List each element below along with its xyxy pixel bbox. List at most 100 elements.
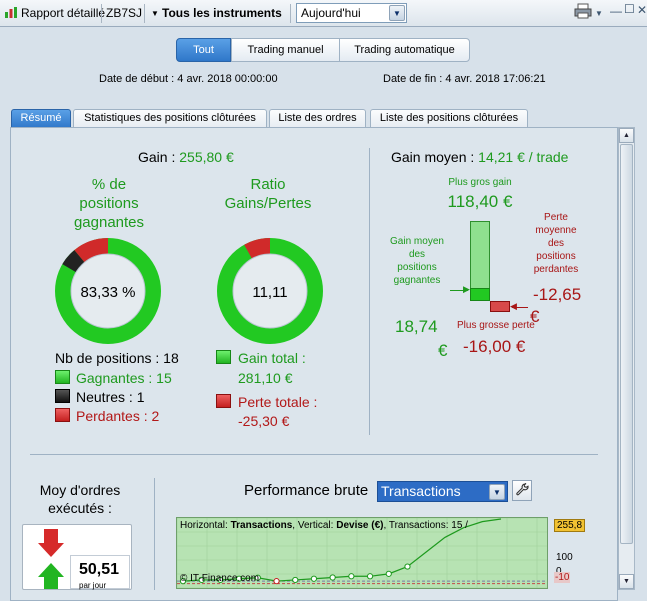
- restore-icon[interactable]: ☐: [624, 2, 635, 16]
- avg-gain-label-line: Gain moyen: [390, 236, 444, 247]
- account-label[interactable]: ZB7SJ: [106, 4, 142, 23]
- filter-all-button[interactable]: Tout: [176, 38, 231, 62]
- average-gain-currency: €: [438, 341, 448, 360]
- orders-arrows-icon: [38, 529, 64, 589]
- best-gain-value: 118,40 €: [447, 192, 513, 211]
- toolbar-separator: [101, 4, 102, 23]
- tab-closed-stats[interactable]: Statistiques des positions clôturées: [73, 109, 267, 128]
- arrow-right-icon: ▶: [463, 284, 470, 294]
- legend-h-label: Horizontal:: [180, 520, 228, 531]
- scrollbar-thumb[interactable]: [620, 144, 633, 544]
- start-date: Date de début : 4 avr. 2018 00:00:00: [99, 73, 278, 85]
- chevron-down-icon[interactable]: ▼: [489, 484, 505, 500]
- losers-count: Perdantes : 2: [76, 408, 160, 424]
- orders-title-1: Moy d'ordres: [39, 482, 121, 498]
- total-gain-label: Gain total :: [238, 350, 306, 366]
- orders-title-2: exécutés :: [48, 500, 112, 516]
- period-select[interactable]: Aujourd'hui ▼: [296, 3, 407, 23]
- toolbar-separator: [290, 4, 291, 23]
- avg-loss-label-line: des: [547, 238, 565, 249]
- total-loss-label: Perte totale :: [238, 394, 318, 410]
- winners-swatch: [55, 370, 70, 384]
- chart-point: [329, 574, 336, 581]
- chart-legend: Horizontal: Transactions, Vertical: Devi…: [180, 520, 468, 531]
- chart-top-value: 255,8: [554, 519, 586, 532]
- performance-chart: Horizontal: Transactions, Vertical: Devi…: [176, 517, 548, 589]
- tab-orders[interactable]: Liste des ordres: [269, 109, 366, 128]
- performance-type-value: Transactions: [381, 483, 461, 499]
- filter-manual-button[interactable]: Trading manuel: [231, 38, 340, 62]
- average-loss-amount: -12,65: [533, 285, 582, 304]
- average-loss-bar: [490, 301, 510, 312]
- minimize-icon[interactable]: —: [610, 4, 622, 18]
- gain-label: Gain :: [138, 149, 176, 165]
- legend-v-label: , Vertical:: [292, 520, 334, 531]
- win-pct-title-2: positions: [79, 195, 139, 212]
- performance-type-select[interactable]: Transactions ▼: [377, 481, 508, 502]
- average-gain-label: Gain moyen :: [391, 149, 475, 165]
- legend-h-value: Transactions: [230, 520, 293, 531]
- arrow-left-icon: ◀: [510, 301, 517, 311]
- chart-point: [385, 570, 392, 577]
- chart-tick-100: 100: [556, 552, 573, 563]
- performance-settings-button[interactable]: [512, 480, 532, 501]
- win-pct-value: 83,33 %: [80, 284, 136, 301]
- best-gain-label: Plus gros gain: [448, 177, 512, 188]
- toolbar-separator: [144, 4, 145, 23]
- chart-point: [348, 573, 355, 580]
- legend-t-label: , Transactions: 15 /: [383, 520, 468, 531]
- scroll-up-icon[interactable]: ▲: [619, 128, 634, 143]
- avg-gain-label-line: positions: [397, 262, 437, 273]
- chart-watermark: © IT-Finance.com: [180, 573, 260, 584]
- neutrals-swatch: [55, 389, 70, 403]
- winners-count: Gagnantes : 15: [76, 370, 172, 386]
- average-gain-title: Gain moyen : 14,21 € / trade: [391, 149, 568, 165]
- report-label[interactable]: Rapport détaillé: [21, 4, 105, 23]
- instruments-selector[interactable]: Tous les instruments: [162, 4, 282, 23]
- vertical-divider: [154, 478, 155, 590]
- total-loss-swatch: [216, 394, 231, 408]
- legend-v-value: Devise (€): [336, 520, 384, 531]
- end-date: Date de fin : 4 avr. 2018 17:06:21: [383, 73, 546, 85]
- total-loss-value: -25,30 €: [238, 413, 290, 429]
- wrench-icon: [516, 483, 529, 496]
- ratio-title-1: Ratio: [250, 176, 286, 193]
- close-icon[interactable]: ✕: [637, 3, 647, 17]
- scroll-down-icon[interactable]: ▼: [619, 574, 634, 589]
- chart-point: [404, 563, 411, 570]
- gain-value: 255,80 €: [179, 149, 234, 165]
- instruments-dropdown-icon[interactable]: ▼: [151, 4, 159, 23]
- vertical-divider: [369, 148, 370, 435]
- chart-point: [292, 576, 299, 584]
- avg-loss-label-line: Perte: [544, 212, 568, 223]
- chevron-down-icon[interactable]: ▼: [595, 9, 603, 18]
- print-icon[interactable]: [574, 3, 592, 22]
- period-value: Aujourd'hui: [301, 6, 361, 20]
- neutrals-count: Neutres : 1: [76, 389, 145, 405]
- chevron-down-icon[interactable]: ▼: [389, 5, 405, 21]
- total-gain-value: 281,10 €: [238, 370, 293, 386]
- orders-unit: par jour: [79, 581, 107, 590]
- ratio-value: 11,11: [252, 284, 288, 301]
- horizontal-divider: [30, 454, 598, 455]
- chart-tick-negative: -10: [554, 572, 571, 583]
- tab-resume[interactable]: Résumé: [11, 109, 71, 128]
- chart-point: [273, 578, 280, 585]
- nb-positions: Nb de positions : 18: [55, 350, 179, 366]
- losers-swatch: [55, 408, 70, 422]
- win-pct-title-3: gagnantes: [73, 214, 145, 231]
- worst-loss-value: -16,00 €: [463, 337, 526, 356]
- tab-closed-positions[interactable]: Liste des positions clôturées: [370, 109, 528, 128]
- average-gain-label-block: Gain moyen des positions gagnantes: [384, 235, 450, 287]
- report-icon[interactable]: [4, 6, 18, 25]
- gain-title: Gain : 255,80 €: [138, 149, 234, 165]
- avg-gain-label-line: des: [408, 249, 426, 260]
- orders-value: 50,51: [79, 561, 120, 578]
- total-gain-swatch: [216, 350, 231, 364]
- vertical-scrollbar[interactable]: ▲ ▼: [618, 127, 635, 590]
- filter-auto-button[interactable]: Trading automatique: [339, 38, 470, 62]
- chart-point: [366, 573, 374, 580]
- average-loss-label-block: Perte moyenne des positions perdantes: [527, 211, 585, 276]
- performance-title: Performance brute: [244, 482, 369, 499]
- win-pct-title-1: % de: [91, 176, 127, 193]
